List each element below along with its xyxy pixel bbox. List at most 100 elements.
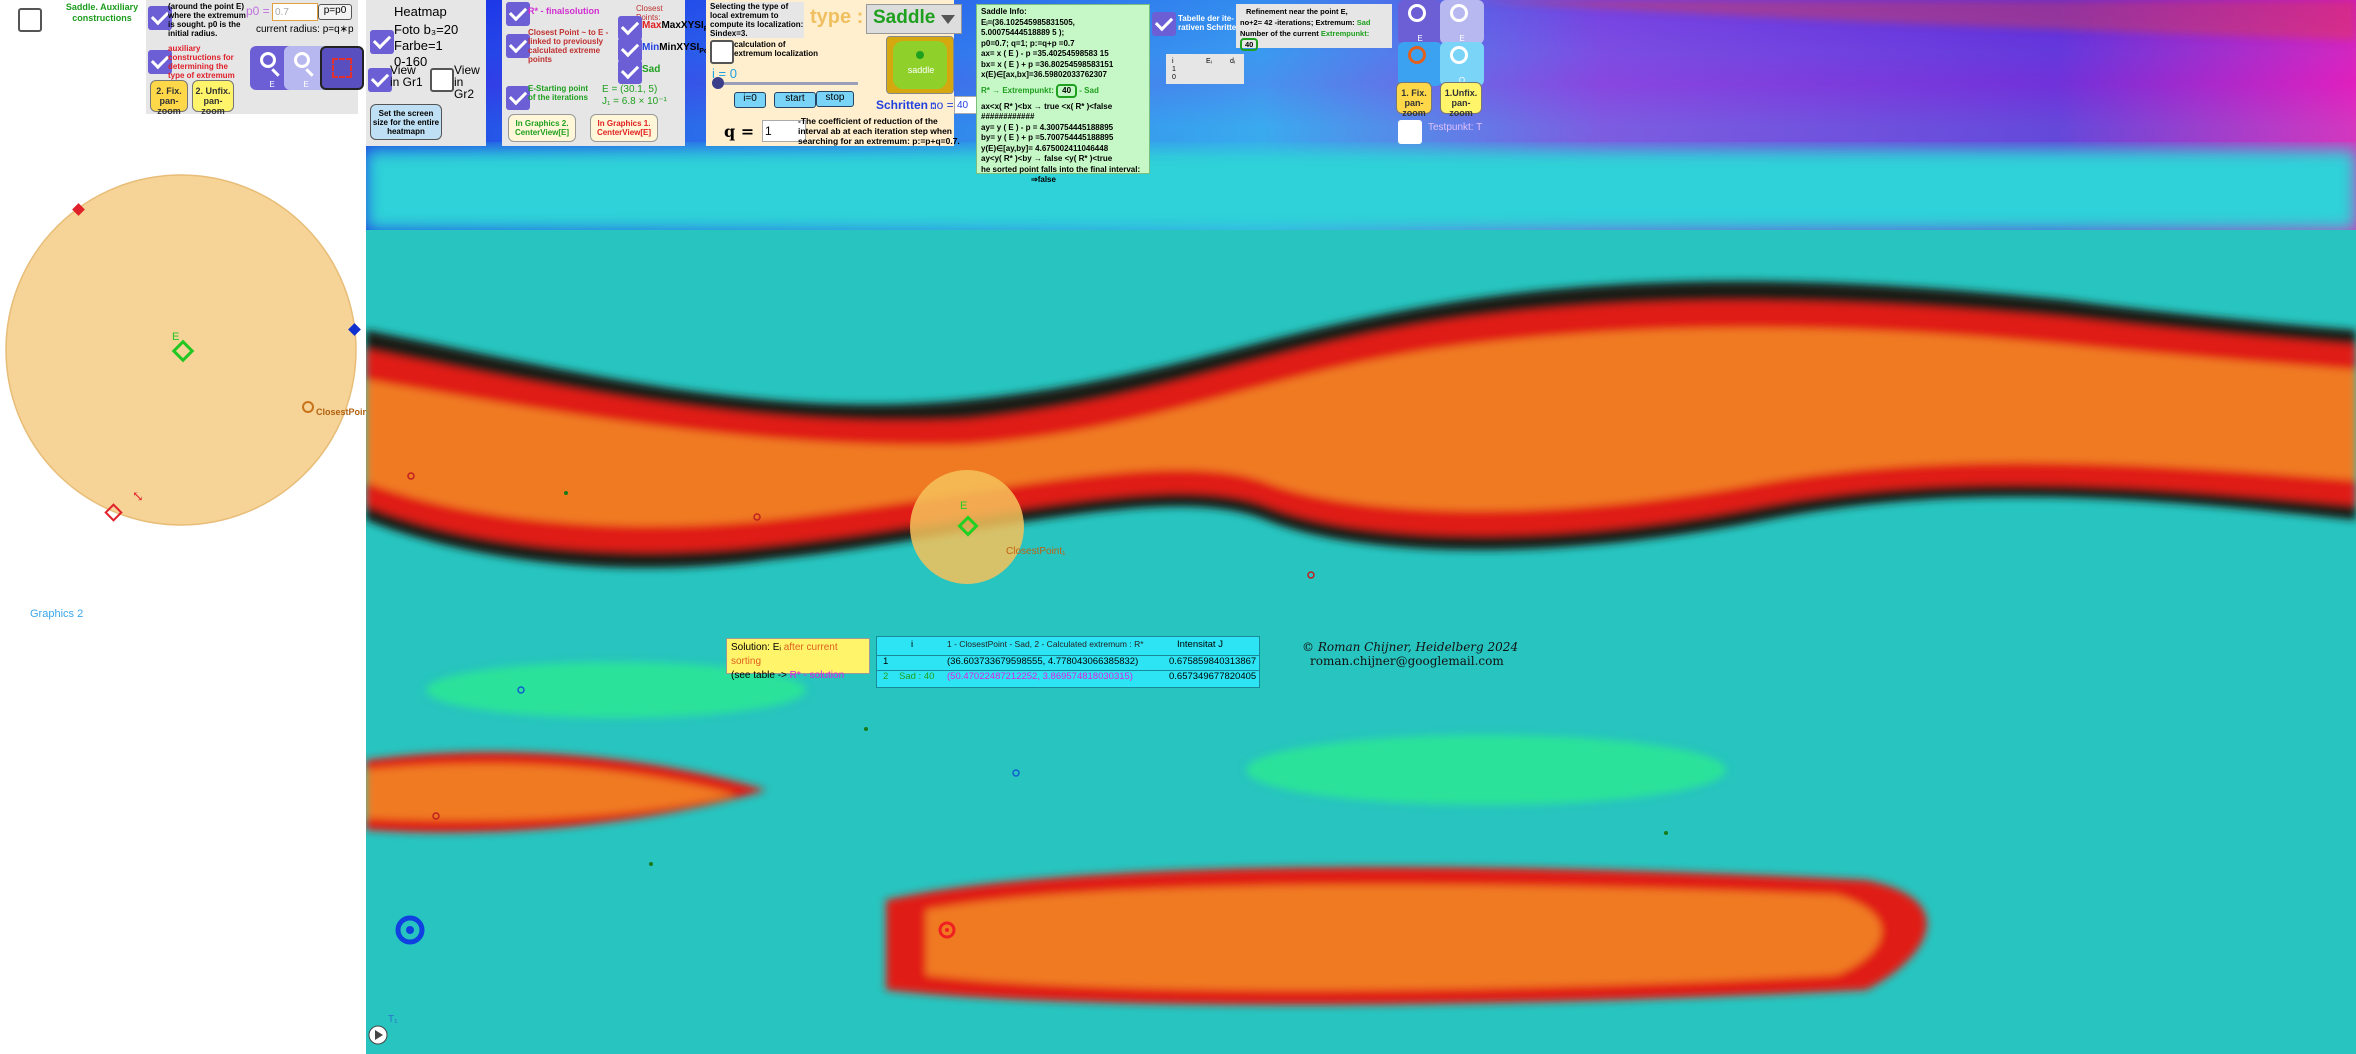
zoom-in-o-icon bbox=[1408, 46, 1426, 64]
mini-row-0: 0 bbox=[1172, 74, 1176, 81]
mini-header-i: i bbox=[1172, 58, 1174, 65]
heatmap-checkbox[interactable] bbox=[370, 30, 394, 54]
closest-linked-text: Closest Point ~ to E -linked to previous… bbox=[528, 28, 609, 64]
p-eq-p0-button[interactable]: p=p0 bbox=[318, 4, 352, 20]
no-label: no = bbox=[930, 98, 954, 112]
graphics2-panel[interactable]: Saddle. Auxiliary constructions E Closes… bbox=[0, 0, 374, 1054]
saddle-info-ay2-line: ay<y( R* )<by → false <y( R* )<true bbox=[981, 154, 1113, 163]
point-e-label: E bbox=[172, 331, 180, 343]
type-select[interactable]: Saddle bbox=[866, 4, 962, 34]
table-row[interactable]: 2 Sad : 40 (50.47022487212252, 3.8695748… bbox=[877, 670, 1259, 685]
zoom-in-e-right-button[interactable]: E bbox=[1398, 0, 1442, 44]
zoom-in-right-icon bbox=[1408, 4, 1426, 22]
copyright-text: © Roman Chijner, Heidelberg 2024 bbox=[1302, 640, 1519, 654]
type-select-value: Saddle bbox=[873, 7, 936, 28]
solution-panel: R* - finalsolution Closest Points: MaxMa… bbox=[502, 0, 719, 146]
play-label: T₁ bbox=[388, 1014, 398, 1025]
saddle-info-rstar-row: R* → Extrempunkt: 40 - Sad bbox=[981, 83, 1145, 100]
refinement-extrempunkt-label: Extrempunkt: bbox=[1320, 29, 1370, 38]
row1-j: 0.675859840313867 bbox=[1169, 656, 1257, 667]
testpunkt-label: Testpunkt: T bbox=[1428, 122, 1483, 133]
testpunkt-checkbox[interactable] bbox=[1398, 120, 1422, 144]
table-row[interactable]: 1 (36.603733679598555, 4.778043066385832… bbox=[877, 655, 1259, 670]
row1-n: 1 bbox=[883, 656, 889, 667]
saddle-info-hash-line: ############ bbox=[981, 112, 1035, 121]
zoom-in-o-button[interactable] bbox=[1398, 42, 1442, 86]
refinement-number-row: Number of the current Extrempunkt: 40 bbox=[1240, 28, 1388, 51]
e-start-checkbox[interactable] bbox=[506, 86, 530, 110]
e-start-text: E-Starting point of the iterations bbox=[528, 84, 589, 102]
start-button[interactable]: start bbox=[774, 92, 816, 108]
saddle-info-line-1: p0=0.7; q=1; p:=q+p =0.7 bbox=[981, 38, 1075, 48]
iteration-mini-table[interactable]: i Eᵢ dᵢ 1 0 bbox=[1166, 54, 1244, 84]
saddle-info-title: Saddle Info: bbox=[981, 7, 1027, 16]
refinement-extrempunkt-value: 40 bbox=[1240, 38, 1259, 51]
saddle-info-result-line: ⇒false bbox=[1031, 175, 1056, 184]
in-graphics2-button[interactable]: In Graphics 2. CenterView[E] bbox=[508, 114, 576, 142]
refinement-iter-row: no+2= 42 -iterations; Extremum: Sad bbox=[1240, 17, 1388, 28]
unfix-pan-zoom-1-button[interactable]: 1.Unfix. pan-zoom bbox=[1440, 82, 1482, 118]
view-gr2-label: View in Gr2 bbox=[454, 63, 480, 101]
no-input[interactable] bbox=[954, 96, 978, 114]
center-target-button[interactable] bbox=[320, 46, 364, 90]
refinement-iter-line: no+2= 42 -iterations; Extremum: bbox=[1240, 18, 1355, 27]
saddle-info-line-2: ax= x ( E ) - p =35.40254598583 15 bbox=[981, 49, 1109, 58]
zoom-out-e-right-button[interactable]: E bbox=[1440, 0, 1484, 44]
results-table[interactable]: i 1 - ClosestPoint - Sad, 2 - Calculated… bbox=[876, 636, 1260, 688]
saddle-aux-checkbox[interactable] bbox=[18, 8, 42, 32]
heatmap-graphics1[interactable]: E ClosestPoint₁ T₁ bbox=[366, 0, 2356, 1054]
tabelle-checkbox[interactable] bbox=[1152, 12, 1176, 36]
row2-n: 2 bbox=[883, 671, 889, 682]
view-gr1-checkbox[interactable] bbox=[368, 68, 392, 92]
heatmap-title: Heatmap bbox=[394, 4, 447, 19]
in-graphics1-button[interactable]: In Graphics 1. CenterView[E] bbox=[590, 114, 658, 142]
rstar-label: R* - finalsolution bbox=[528, 6, 600, 16]
p0-input[interactable] bbox=[272, 3, 318, 21]
i-slider[interactable] bbox=[712, 77, 858, 89]
screen-size-button[interactable]: Set the screen size for the entire heatm… bbox=[370, 104, 442, 140]
stop-button[interactable]: stop bbox=[816, 91, 854, 107]
view-gr2-checkbox[interactable] bbox=[430, 68, 454, 92]
calc-localization-label: calculation of extremum localization bbox=[734, 40, 819, 58]
foto-line: Foto b₃=20 bbox=[394, 22, 459, 37]
q-label: q = bbox=[724, 122, 755, 141]
saddle-info-sorted-line: he sorted point falls into the final int… bbox=[981, 164, 1141, 174]
saddle-info-ye-line: y(E)∈[ay,by]= 4.675002411046448 bbox=[981, 143, 1109, 153]
rstar-checkbox[interactable] bbox=[506, 2, 530, 26]
mini-header-e: Eᵢ bbox=[1206, 58, 1212, 65]
zoom-in-icon bbox=[260, 52, 276, 68]
sad-label: Sad bbox=[642, 64, 661, 75]
solution-note-line2: (see table -> R* - solution bbox=[731, 669, 865, 683]
email-text: roman.chijner@googlemail.com bbox=[1310, 654, 1504, 668]
chevron-down-icon bbox=[941, 15, 955, 24]
zoom-out-o-button[interactable]: O bbox=[1440, 42, 1484, 86]
around-point-text: (around the point E) where the extremum … bbox=[168, 2, 246, 38]
calc-localization-checkbox[interactable] bbox=[710, 40, 734, 64]
e-value: E = (30.1, 5) bbox=[602, 84, 658, 95]
solution-note-solution: - solution bbox=[800, 670, 845, 681]
schritten-label: Schritten : bbox=[876, 98, 936, 112]
unfix-pan-zoom-2-button[interactable]: 2. Unfix. pan-zoom bbox=[192, 80, 234, 116]
saddle-info-line-3: bx= x ( E ) + p =36.80254598583151 bbox=[981, 59, 1114, 69]
aux-constructions-text: auxiliary constructions for determining … bbox=[168, 44, 235, 80]
saddle-type-icon-button[interactable]: saddle bbox=[886, 36, 954, 94]
selecting-text: Selecting the type of local extremum to … bbox=[710, 2, 804, 38]
minxysi-checkbox[interactable] bbox=[618, 38, 642, 62]
closest-linked-checkbox[interactable] bbox=[506, 34, 530, 58]
sad-checkbox[interactable] bbox=[618, 60, 642, 84]
mini-row-1: 1 bbox=[1172, 66, 1176, 73]
fix-pan-zoom-1-button[interactable]: 1. Fix. pan-zoom bbox=[1396, 82, 1432, 118]
p0-label: p0 = bbox=[246, 4, 270, 18]
i0-button[interactable]: i=0 bbox=[734, 92, 766, 108]
heatmap-closest-label: ClosestPoint₁ bbox=[1006, 546, 1066, 557]
heatmap-e-label: E bbox=[960, 500, 968, 512]
closest-point-marker-icon[interactable] bbox=[302, 401, 314, 413]
i-slider-handle[interactable] bbox=[712, 77, 724, 89]
fix-pan-zoom-2-button[interactable]: 2. Fix. pan-zoom bbox=[150, 80, 188, 116]
mini-header-d: dᵢ bbox=[1230, 58, 1235, 65]
saddle-info-panel: Saddle Info: Eᵢ=(36.102545985831505, 5.0… bbox=[976, 4, 1150, 184]
maxxysi-checkbox[interactable] bbox=[618, 16, 642, 40]
current-radius-text: current radius: p=q∗p bbox=[256, 24, 354, 35]
row2-point: (50.47022487212252, 3.869574818030315) bbox=[947, 671, 1133, 682]
refinement-extremum-value: Sad bbox=[1356, 18, 1371, 27]
